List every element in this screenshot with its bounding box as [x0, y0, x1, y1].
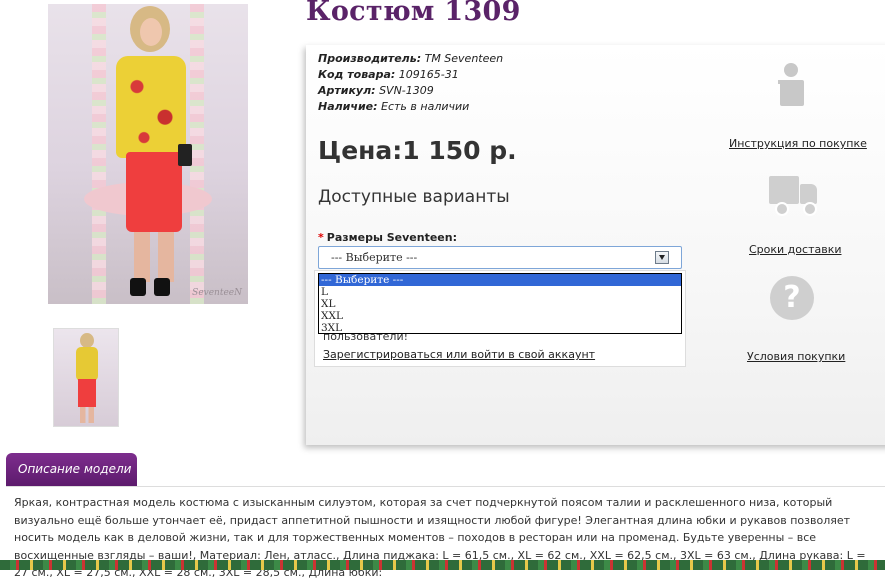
meta-manufacturer: Производитель: TM Seventeen [318, 51, 503, 67]
thumb-skirt [78, 379, 96, 407]
size-option[interactable]: XXL [319, 310, 681, 322]
meta-label: Наличие: [318, 100, 378, 113]
meta-value: SVN-1309 [379, 84, 434, 97]
size-option[interactable]: XL [319, 298, 681, 310]
thumb-legs [80, 407, 94, 423]
product-thumbnail[interactable] [53, 328, 119, 427]
terms-link[interactable]: Условия покупки [747, 350, 845, 363]
meta-label: Производитель: [318, 52, 422, 65]
chevron-down-icon[interactable] [655, 251, 669, 264]
model-shoe [130, 278, 146, 296]
meta-value: 109165-31 [398, 68, 459, 81]
register-login-link[interactable]: Зарегистрироваться или войти в свой акка… [323, 348, 595, 361]
question-icon[interactable]: ? [770, 276, 814, 320]
tab-description-label: Описание модели [18, 462, 132, 476]
product-price: Цена:1 150 р. [318, 136, 517, 165]
thumb-jacket [76, 347, 98, 381]
product-title: Костюм 1309 [306, 0, 521, 27]
delivery-link[interactable]: Сроки доставки [749, 243, 842, 256]
instruction-link[interactable]: Инструкция по покупке [729, 137, 867, 150]
model-shoe [154, 278, 170, 296]
size-select[interactable]: --- Выберите --- [318, 246, 682, 269]
size-select-value: --- Выберите --- [331, 251, 418, 264]
thumb-head [80, 333, 94, 348]
model-legs [134, 232, 174, 282]
meta-availability: Наличие: Есть в наличии [318, 99, 469, 115]
variants-heading: Доступные варианты [318, 187, 510, 207]
meta-label: Код товара: [318, 68, 396, 81]
decor-vine [190, 4, 204, 304]
model-bag [178, 144, 192, 166]
model-face [140, 18, 162, 46]
model-jacket [116, 56, 186, 158]
decor-vine [92, 4, 106, 304]
size-option[interactable]: L [319, 286, 681, 298]
product-main-photo[interactable]: SeventeeN [48, 4, 248, 304]
decor-garland [0, 560, 885, 570]
meta-value: Есть в наличии [381, 100, 470, 113]
truck-icon[interactable] [769, 174, 819, 216]
size-option[interactable]: 3XL [319, 322, 681, 334]
meta-value: TM Seventeen [424, 52, 504, 65]
sizes-label-text: Размеры Seventeen: [326, 231, 457, 244]
tab-description[interactable]: Описание модели [6, 453, 137, 486]
size-dropdown-list[interactable]: --- Выберите --- L XL XXL 3XL [318, 273, 682, 334]
info-icon[interactable] [778, 63, 806, 107]
sizes-label: * Размеры Seventeen: [318, 231, 457, 244]
size-option[interactable]: --- Выберите --- [319, 274, 681, 286]
required-mark: * [318, 231, 324, 244]
meta-sku: Артикул: SVN-1309 [318, 83, 434, 99]
meta-label: Артикул: [318, 84, 376, 97]
model-skirt [126, 152, 182, 232]
photo-watermark: SeventeeN [192, 288, 242, 298]
meta-code: Код товара: 109165-31 [318, 67, 459, 83]
